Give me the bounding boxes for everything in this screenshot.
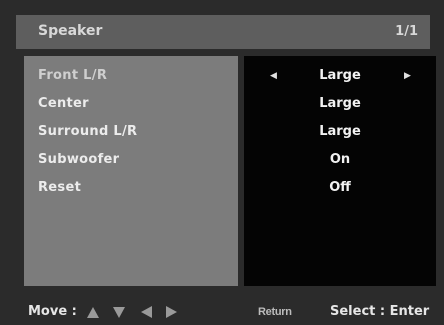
speaker-setup-screen: Speaker 1/1 Front L/R Center Surround L/…	[0, 0, 444, 325]
settings-value-panel: ◀ Large ▶ Large Large On Off	[244, 56, 436, 286]
page-indicator: 1/1	[395, 24, 418, 39]
value-center[interactable]: Large	[244, 96, 436, 111]
settings-label-panel: Front L/R Center Surround L/R Subwoofer …	[24, 56, 238, 286]
triangle-right-icon	[166, 306, 177, 318]
menu-item-front-lr[interactable]: Front L/R	[38, 68, 107, 83]
menu-header: Speaker 1/1	[16, 15, 430, 49]
return-label: Return	[258, 306, 292, 318]
value-reset[interactable]: Off	[244, 180, 436, 195]
triangle-up-icon	[87, 307, 99, 318]
button-help-bar: Move : Return Select : Enter	[0, 296, 444, 325]
menu-title: Speaker	[38, 23, 103, 39]
menu-item-subwoofer[interactable]: Subwoofer	[38, 152, 119, 167]
value-subwoofer[interactable]: On	[244, 152, 436, 167]
move-label: Move :	[28, 304, 77, 319]
triangle-down-icon	[113, 307, 125, 318]
select-enter-label: Select : Enter	[330, 304, 430, 319]
menu-item-center[interactable]: Center	[38, 96, 89, 111]
triangle-right-icon[interactable]: ▶	[404, 71, 411, 81]
value-surround-lr[interactable]: Large	[244, 124, 436, 139]
menu-item-reset[interactable]: Reset	[38, 180, 81, 195]
menu-item-surround-lr[interactable]: Surround L/R	[38, 124, 137, 139]
triangle-left-icon	[141, 306, 152, 318]
